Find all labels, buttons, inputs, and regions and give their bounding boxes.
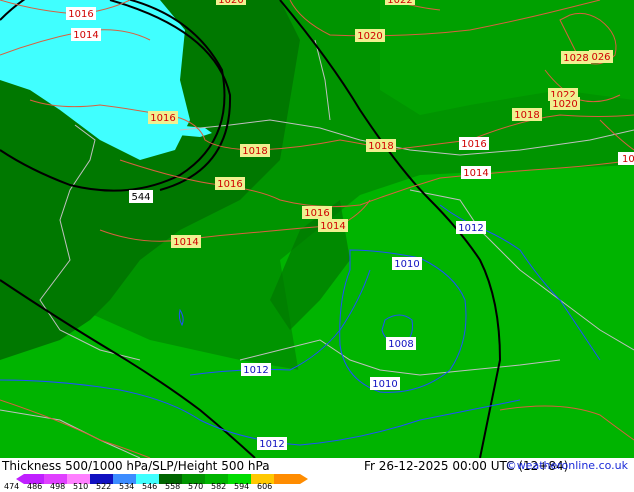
svg-text:1014: 1014 <box>173 237 198 248</box>
svg-text:1018: 1018 <box>514 110 539 121</box>
height-label: 544 <box>129 190 153 203</box>
isobar-label: 1020 <box>216 0 246 6</box>
svg-text:1020: 1020 <box>357 31 382 42</box>
isobar-label: 1008 <box>386 337 416 350</box>
svg-text:1012: 1012 <box>243 365 268 376</box>
weather-map: 1016 1014 1020 1022 1020 1028 026 1022 1… <box>0 0 634 458</box>
isobar-label: 1010 <box>370 377 400 390</box>
svg-text:1008: 1008 <box>388 339 413 350</box>
svg-text:026: 026 <box>591 52 610 63</box>
isobar-label: 1014 <box>318 219 348 232</box>
isobar-label: 1014 <box>71 28 101 41</box>
isobar-label: 1014 <box>461 166 491 179</box>
map-footer: Thickness 500/1000 hPa/SLP/Height 500 hP… <box>0 458 634 492</box>
svg-text:1028: 1028 <box>563 53 588 64</box>
svg-text:1012: 1012 <box>458 223 483 234</box>
isobar-label: 1016 <box>148 111 178 124</box>
copyright-link[interactable]: ©weatheronline.co.uk <box>506 459 628 472</box>
legend-ticks: 474 486 498 510 522 534 546 558 570 582 … <box>4 482 324 492</box>
svg-text:1010: 1010 <box>372 379 397 390</box>
svg-text:1014: 1014 <box>73 30 98 41</box>
isobar-label: 1016 <box>215 177 245 190</box>
svg-text:1020: 1020 <box>552 99 577 110</box>
svg-text:1014: 1014 <box>463 168 488 179</box>
isobar-label: 026 <box>589 50 613 63</box>
isobar-label: 1016 <box>66 7 96 20</box>
isobar-label: 1012 <box>241 363 271 376</box>
isobar-label: 1018 <box>512 108 542 121</box>
svg-text:1016: 1016 <box>150 113 175 124</box>
isobar-label: 1016 <box>459 137 489 150</box>
svg-text:544: 544 <box>131 192 150 203</box>
svg-text:1022: 1022 <box>387 0 412 6</box>
isobar-label: 1022 <box>385 0 415 6</box>
svg-text:1016: 1016 <box>68 9 93 20</box>
isobar-label: 1020 <box>550 97 580 110</box>
svg-text:101: 101 <box>622 154 634 165</box>
isobar-label: 1016 <box>302 206 332 219</box>
isobar-label: 1010 <box>392 257 422 270</box>
svg-text:1018: 1018 <box>368 141 393 152</box>
svg-text:1014: 1014 <box>320 221 345 232</box>
svg-text:1018: 1018 <box>242 146 267 157</box>
isobar-label: 1014 <box>171 235 201 248</box>
isobar-label: 101 <box>618 152 634 165</box>
map-title: Thickness 500/1000 hPa/SLP/Height 500 hP… <box>2 459 270 473</box>
svg-text:1020: 1020 <box>218 0 243 6</box>
isobar-label: 1018 <box>240 144 270 157</box>
svg-text:1016: 1016 <box>217 179 242 190</box>
isobar-label: 1018 <box>366 139 396 152</box>
svg-text:1010: 1010 <box>394 259 419 270</box>
svg-text:1016: 1016 <box>461 139 486 150</box>
svg-text:1016: 1016 <box>304 208 329 219</box>
isobar-label: 1012 <box>456 221 486 234</box>
isobar-label: 1012 <box>257 437 287 450</box>
isobar-label: 1028 <box>561 51 591 64</box>
isobar-label: 1020 <box>355 29 385 42</box>
svg-text:1012: 1012 <box>259 439 284 450</box>
